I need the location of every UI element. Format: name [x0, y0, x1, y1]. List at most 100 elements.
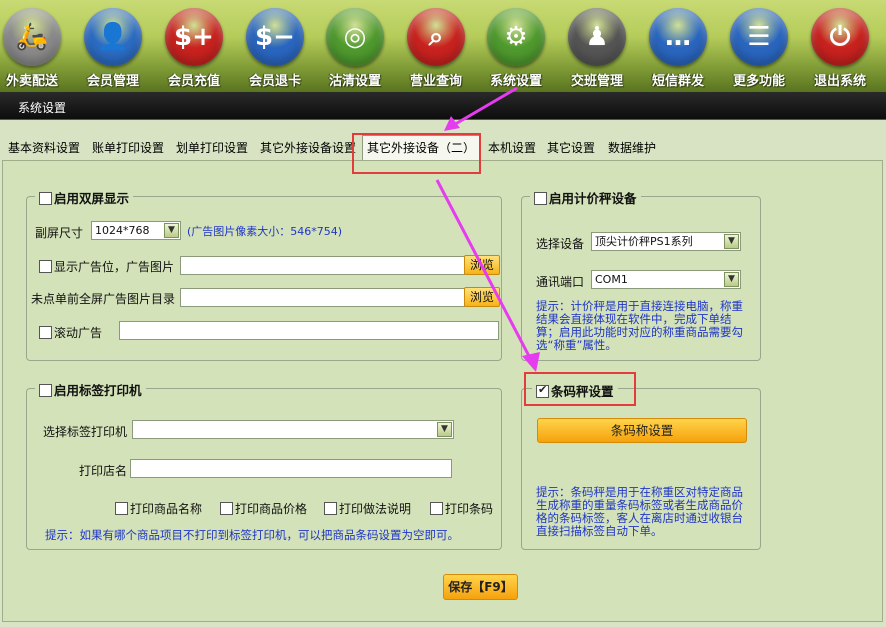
scroll-ad-label: 滚动广告	[39, 324, 102, 341]
tab-basic-info[interactable]: 基本资料设置	[4, 138, 84, 159]
toolbar-button[interactable]: $+ 会员充值	[154, 4, 234, 90]
print-name-checkbox[interactable]	[115, 502, 128, 515]
scale-device-group: 启用计价秤设备 选择设备 顶尖计价秤PS1系列 ▼ 通讯端口 COM1 ▼ 提示…	[521, 188, 761, 361]
toolbar-button[interactable]: ☰ 更多功能	[719, 4, 799, 90]
toolbar-button-label: 会员充值	[167, 74, 220, 89]
print-price-option[interactable]: 打印商品价格	[220, 500, 307, 517]
main-toolbar: 🛵 外卖配送 👤 会员管理 $+ 会员充值 $− 会员退卡 ◎ 沽清设置 ⌕ 营业查询 ⚙ 系统设置 ♟ 交班…	[0, 0, 886, 92]
dual-screen-legend: 启用双屏显示	[35, 188, 134, 207]
dual-screen-checkbox[interactable]	[39, 192, 52, 205]
print-barcode-text: 打印条码	[445, 502, 494, 516]
label-printer-group: 启用标签打印机 选择标签打印机 ▼ 打印店名 打印商品名称 打印商品价格 打印做…	[26, 380, 502, 550]
toolbar-button-label: 更多功能	[732, 74, 785, 89]
list-icon: ☰	[730, 8, 788, 66]
toolbar-button[interactable]: … 短信群发	[638, 4, 718, 90]
toolbar-button-label: 交班管理	[570, 74, 623, 89]
toolbar-button-label: 沽清设置	[328, 74, 381, 89]
print-name-option[interactable]: 打印商品名称	[115, 500, 202, 517]
print-method-option[interactable]: 打印做法说明	[324, 500, 411, 517]
device-select-label: 选择设备	[536, 237, 585, 251]
toolbar-button-label: 会员退卡	[248, 74, 301, 89]
printer-select[interactable]: ▼	[132, 420, 454, 439]
port-select-label: 通讯端口	[536, 275, 585, 289]
window-titlebar: 系统设置	[0, 92, 886, 120]
ad-image-input[interactable]	[180, 256, 465, 275]
meeting-icon: ♟	[568, 8, 626, 66]
screen-size-select[interactable]: 1024*768 ▼	[91, 221, 181, 240]
toolbar-button-label: 系统设置	[489, 74, 542, 89]
fullscreen-ad-label: 未点单前全屏广告图片目录	[31, 292, 176, 306]
tab-external-devices[interactable]: 其它外接设备设置	[256, 138, 360, 159]
ad-size-hint: (广告图片像素大小：546*754)	[187, 225, 343, 238]
show-ad-text: 显示广告位，广告图片	[54, 260, 175, 274]
dual-screen-group: 启用双屏显示 副屏尺寸 1024*768 ▼ (广告图片像素大小：546*754…	[26, 188, 502, 361]
print-price-checkbox[interactable]	[220, 502, 233, 515]
chevron-down-icon: ▼	[164, 223, 179, 238]
scroll-ad-input[interactable]	[119, 321, 499, 340]
toolbar-button[interactable]: $− 会员退卡	[235, 4, 315, 90]
scroll-ad-checkbox[interactable]	[39, 326, 52, 339]
dual-screen-label: 启用双屏显示	[54, 191, 130, 206]
toolbar-button[interactable]: ♟ 交班管理	[557, 4, 637, 90]
highlight-box-barcode	[524, 372, 636, 406]
tab-local-settings[interactable]: 本机设置	[484, 138, 540, 159]
save-button[interactable]: 保存【F9】	[443, 574, 518, 600]
label-printer-checkbox[interactable]	[39, 384, 52, 397]
tab-other-settings[interactable]: 其它设置	[543, 138, 599, 159]
shop-name-input[interactable]	[130, 459, 452, 478]
barcode-scale-group: 条码秤设置 条码称设置 提示：条码秤是用于在称重区对特定商品生成称重的重量条码标…	[521, 381, 761, 550]
toolbar-button[interactable]: 🛵 外卖配送	[0, 4, 72, 90]
device-select-value: 顶尖计价秤PS1系列	[595, 235, 693, 248]
scale-device-checkbox[interactable]	[534, 192, 547, 205]
window-title: 系统设置	[18, 101, 67, 115]
card-minus-icon: $−	[246, 8, 304, 66]
label-printer-label: 启用标签打印机	[54, 383, 142, 398]
card-plus-icon: $+	[165, 8, 223, 66]
scooter-icon: 🛵	[3, 8, 61, 66]
print-barcode-checkbox[interactable]	[430, 502, 443, 515]
plate-icon: ◎	[326, 8, 384, 66]
print-method-checkbox[interactable]	[324, 502, 337, 515]
user-icon: 👤	[84, 8, 142, 66]
toolbar-button[interactable]: ⏻ 退出系统	[800, 4, 880, 90]
power-icon: ⏻	[811, 8, 869, 66]
screen-size-value: 1024*768	[95, 224, 150, 237]
printer-select-label: 选择标签打印机	[43, 425, 128, 439]
label-printer-legend: 启用标签打印机	[35, 380, 146, 399]
print-method-text: 打印做法说明	[339, 502, 412, 516]
show-ad-checkbox[interactable]	[39, 260, 52, 273]
show-ad-label: 显示广告位，广告图片	[39, 258, 174, 275]
scroll-ad-text: 滚动广告	[54, 326, 103, 340]
barcode-scale-settings-button[interactable]: 条码称设置	[537, 418, 747, 443]
chevron-down-icon: ▼	[724, 234, 739, 249]
device-select[interactable]: 顶尖计价秤PS1系列 ▼	[591, 232, 741, 251]
print-name-text: 打印商品名称	[130, 502, 203, 516]
toolbar-button-label: 营业查询	[409, 74, 462, 89]
chevron-down-icon: ▼	[437, 422, 452, 437]
toolbar-button[interactable]: ◎ 沽清设置	[315, 4, 395, 90]
ad-image-browse-button[interactable]: 浏览	[464, 255, 500, 275]
screen-size-label: 副屏尺寸	[35, 226, 84, 240]
highlight-box-tab	[352, 133, 481, 174]
tab-data-maintenance[interactable]: 数据维护	[604, 138, 660, 159]
print-price-text: 打印商品价格	[235, 502, 308, 516]
fullscreen-ad-input[interactable]	[180, 288, 465, 307]
chat-icon: …	[649, 8, 707, 66]
fullscreen-ad-browse-button[interactable]: 浏览	[464, 287, 500, 307]
toolbar-button-label: 短信群发	[651, 74, 704, 89]
toolbar-button[interactable]: 👤 会员管理	[73, 4, 153, 90]
toolbar-button[interactable]: ⚙ 系统设置	[476, 4, 556, 90]
print-barcode-option[interactable]: 打印条码	[430, 500, 493, 517]
scale-device-hint: 提示：计价秤是用于直接连接电脑，称重结果会直接体现在软件中，完成下单结算；启用此…	[536, 299, 743, 352]
magnifier-icon: ⌕	[407, 8, 465, 66]
tab-bill-print[interactable]: 账单打印设置	[88, 138, 168, 159]
toolbar-button-label: 退出系统	[813, 74, 866, 89]
gear-icon: ⚙	[487, 8, 545, 66]
toolbar-button[interactable]: ⌕ 营业查询	[396, 4, 476, 90]
port-select[interactable]: COM1 ▼	[591, 270, 741, 289]
port-select-value: COM1	[595, 273, 628, 286]
shop-name-label: 打印店名	[79, 464, 128, 478]
tab-order-print[interactable]: 划单打印设置	[172, 138, 252, 159]
toolbar-button-label: 外卖配送	[5, 74, 58, 89]
chevron-down-icon: ▼	[724, 272, 739, 287]
